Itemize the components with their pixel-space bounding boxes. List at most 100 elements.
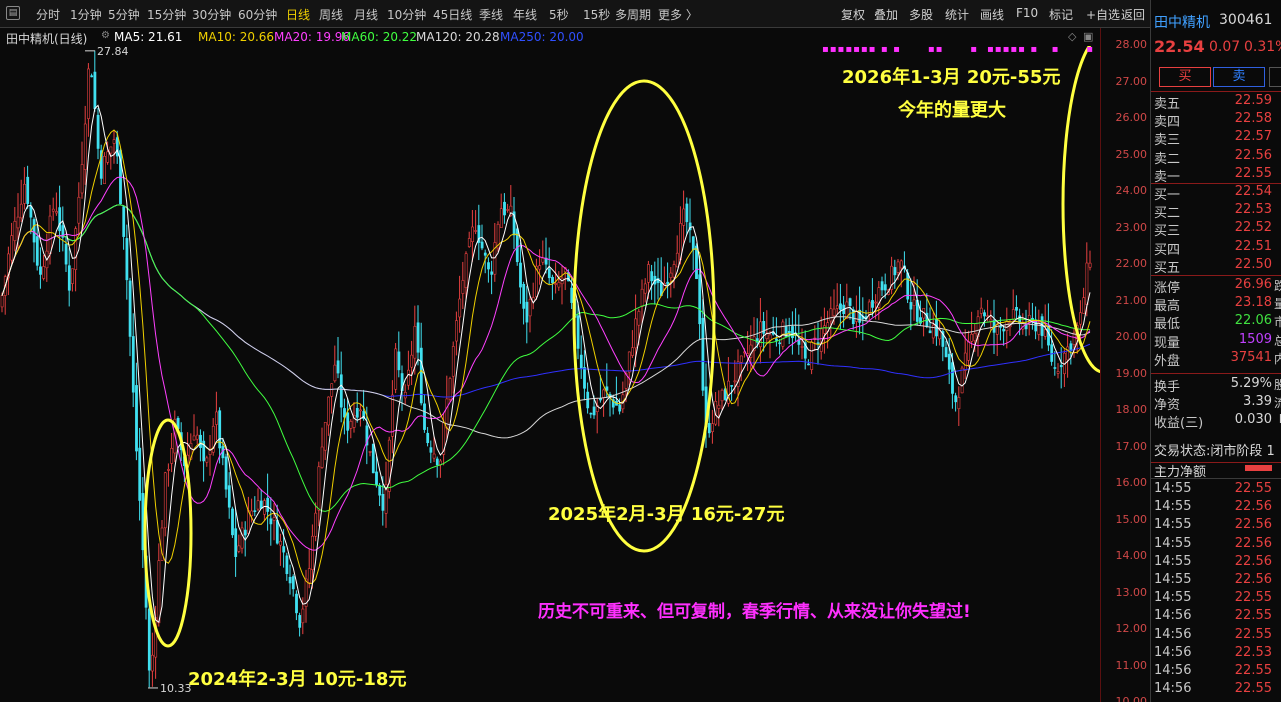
- sell-button[interactable]: 卖: [1213, 67, 1265, 87]
- tick-label: 14:56: [1154, 626, 1192, 642]
- candle-body: [467, 238, 471, 247]
- candle-body: [631, 347, 634, 356]
- candle-body: [775, 338, 778, 341]
- candle-body: [739, 355, 743, 363]
- period-tab-16[interactable]: 更多 〉: [658, 6, 698, 23]
- stat-row: 最高 23.18 量: [1154, 295, 1281, 314]
- stat-label: 现量: [1154, 335, 1181, 351]
- period-tab-12[interactable]: 年线: [513, 6, 537, 23]
- candle-body: [394, 348, 398, 390]
- bid-value: 22.50: [1234, 256, 1272, 272]
- candle-body: [298, 615, 302, 628]
- stock-code: 300461: [1219, 12, 1273, 28]
- period-tab-13[interactable]: 5秒: [549, 6, 569, 23]
- settings-icon[interactable]: ⚙: [101, 30, 110, 41]
- period-tab-5[interactable]: 60分钟: [238, 6, 277, 23]
- bid-value: 22.53: [1234, 202, 1272, 218]
- tick-label: 14:56: [1154, 681, 1192, 697]
- candle-body: [320, 446, 324, 468]
- candle-body: [167, 469, 170, 471]
- tick-value: 22.53: [1234, 644, 1272, 660]
- candle-body: [967, 341, 970, 361]
- collapse-icon[interactable]: ◇: [1068, 30, 1076, 43]
- annotation-2024: 2024年2-3月 10元-18元: [188, 669, 407, 690]
- period-tab-11[interactable]: 季线: [479, 6, 503, 23]
- candlesticks: [0, 50, 1092, 688]
- stat2-row: 收益(三)0.030P: [1154, 412, 1281, 431]
- candle-body: [983, 312, 986, 317]
- period-tab-1[interactable]: 1分钟: [70, 6, 102, 23]
- stat-tail: 跌: [1273, 279, 1281, 293]
- candle-body: [23, 183, 26, 204]
- period-tab-9[interactable]: 10分钟: [387, 6, 426, 23]
- period-tab-4[interactable]: 30分钟: [192, 6, 231, 23]
- candle-body: [999, 325, 1002, 328]
- tick-row: 14:55 22.56: [1154, 572, 1281, 590]
- candle-body: [547, 268, 551, 279]
- main-net-bar: [1245, 465, 1272, 471]
- candle-body: [685, 203, 689, 223]
- slogan-text: 历史不可重来、但可复制，春季行情、从来没让你失望过!: [538, 602, 971, 622]
- candle-body: [1043, 329, 1047, 337]
- annotation-volume: 今年的量更大: [898, 100, 1006, 121]
- candle-body: [279, 541, 282, 546]
- stat-value: 22.06: [1234, 313, 1272, 329]
- candle-body: [810, 341, 814, 370]
- candle-body: [791, 326, 794, 339]
- candle-body: [295, 593, 298, 614]
- tick-row: 14:55 22.56: [1154, 517, 1281, 535]
- period-tab-0[interactable]: 分时: [36, 6, 60, 23]
- tick-row: 14:55 22.55: [1154, 590, 1281, 608]
- candle-body: [96, 114, 100, 149]
- toolbar-button-7[interactable]: +自选: [1086, 6, 1120, 23]
- buy-button[interactable]: 买: [1159, 67, 1211, 87]
- candle-body: [125, 238, 129, 281]
- period-tab-15[interactable]: 多周期: [615, 6, 651, 23]
- ask-value: 22.58: [1234, 111, 1272, 127]
- stat2-value: 0.030: [1234, 412, 1272, 428]
- candle-body: [93, 71, 97, 109]
- candle-body: [250, 510, 254, 516]
- toolbar-button-2[interactable]: 多股: [909, 6, 933, 23]
- tick-row: 14:56 22.53: [1154, 645, 1281, 663]
- candle-body: [951, 362, 954, 394]
- candle-body: [275, 520, 279, 544]
- toolbar-button-3[interactable]: 统计: [945, 6, 969, 23]
- period-tab-8[interactable]: 月线: [354, 6, 378, 23]
- period-tab-10[interactable]: 45日线: [433, 6, 472, 23]
- stat2-label: 换手: [1154, 380, 1181, 395]
- candle-body: [199, 434, 202, 448]
- candle-body: [90, 75, 94, 78]
- candle-body: [720, 389, 724, 402]
- candle-body: [1053, 367, 1057, 369]
- period-tab-6[interactable]: 日线: [286, 6, 310, 23]
- period-tab-2[interactable]: 5分钟: [108, 6, 140, 23]
- period-tab-14[interactable]: 15秒: [583, 6, 610, 23]
- period-tab-7[interactable]: 周线: [319, 6, 343, 23]
- price-tick-label: 11.00: [1115, 658, 1148, 672]
- candle-body: [253, 510, 257, 512]
- toolbar-button-6[interactable]: 标记: [1049, 6, 1073, 23]
- candle-body: [403, 391, 407, 399]
- price-tick-label: 27.00: [1115, 74, 1148, 88]
- order-extra-button[interactable]: [1269, 67, 1281, 87]
- last-price: 22.54: [1154, 37, 1205, 56]
- candle-body: [650, 271, 654, 282]
- price-tick-label: 24.00: [1115, 184, 1148, 197]
- candle-body: [170, 447, 174, 464]
- candle-body: [355, 407, 359, 418]
- toolbar-button-4[interactable]: 画线: [980, 6, 1004, 23]
- ma250-value: MA250: 20.00: [500, 30, 584, 44]
- panel-toggle-icon[interactable]: ▣: [1083, 30, 1093, 43]
- menu-icon[interactable]: ▤: [6, 6, 20, 20]
- candle-body: [701, 317, 705, 391]
- candle-body: [371, 443, 375, 474]
- tick-label: 14:55: [1154, 535, 1192, 551]
- toolbar-button-0[interactable]: 复权: [841, 6, 865, 23]
- candle-body: [557, 282, 561, 288]
- toolbar-button-8[interactable]: 返回: [1121, 6, 1145, 23]
- toolbar-button-1[interactable]: 叠加: [874, 6, 898, 23]
- period-tab-3[interactable]: 15分钟: [147, 6, 186, 23]
- candle-body: [602, 389, 606, 398]
- toolbar-button-5[interactable]: F10: [1016, 6, 1038, 20]
